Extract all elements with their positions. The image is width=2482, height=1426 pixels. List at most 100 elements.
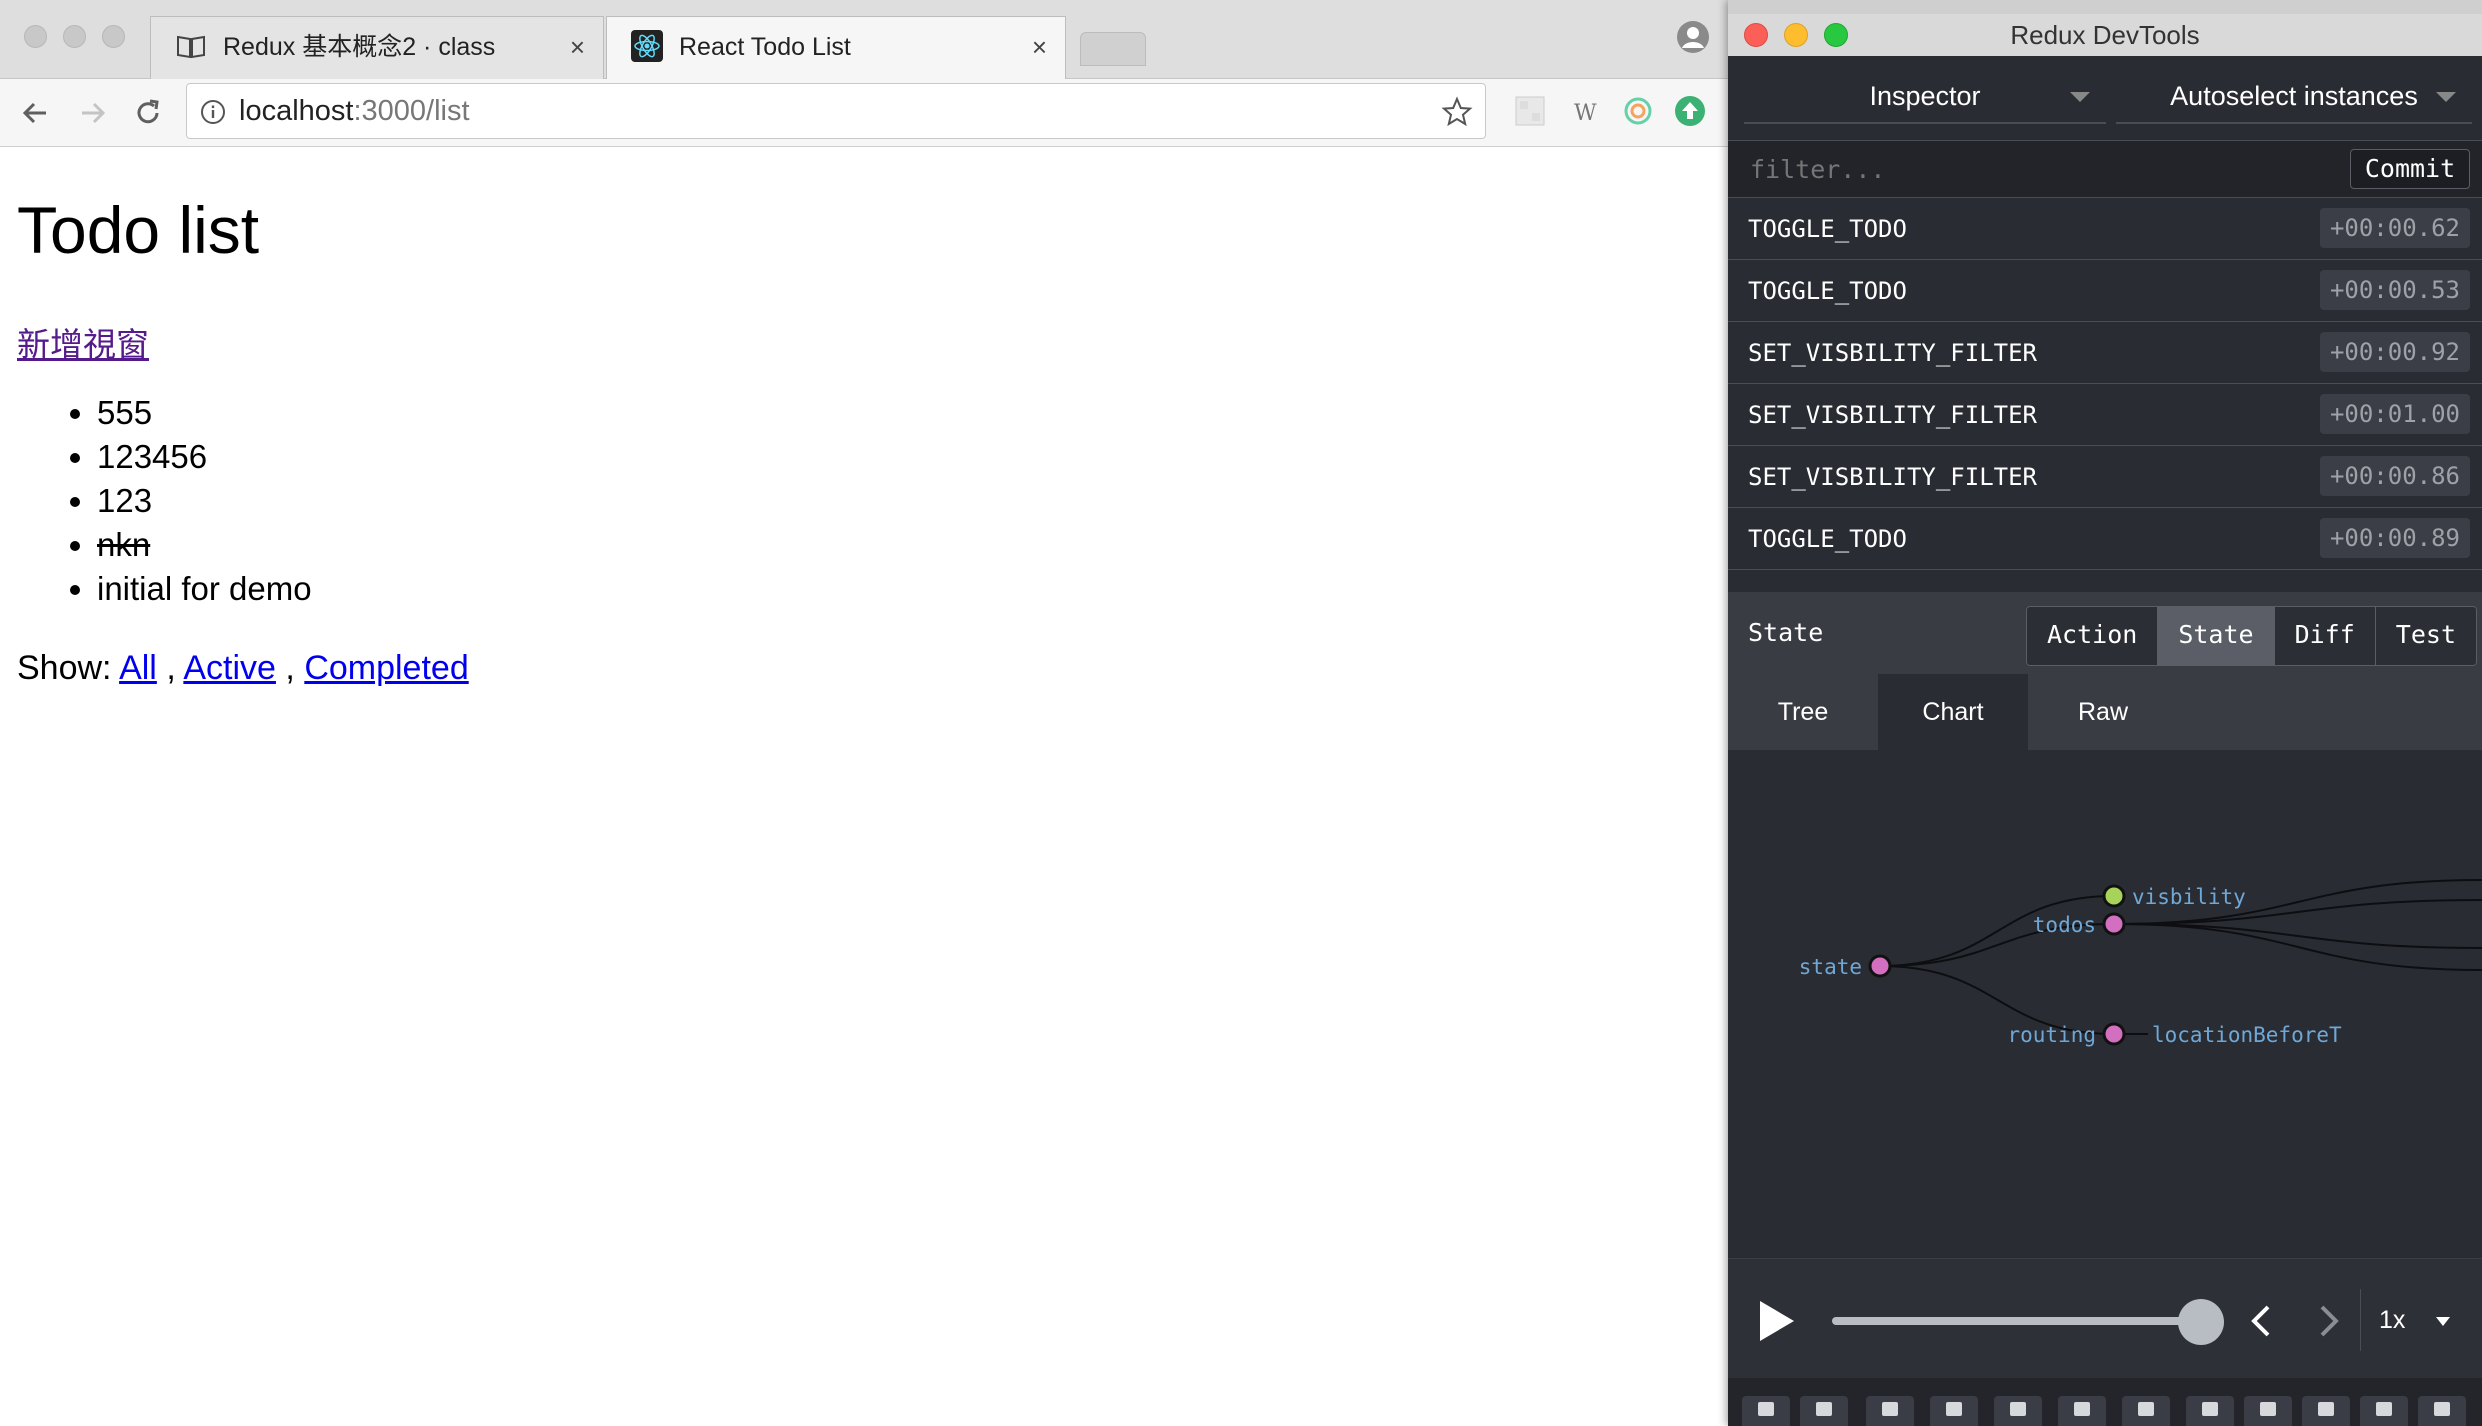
action-list: TOGGLE_TODO +00:00.62 TOGGLE_TODO +00:00… xyxy=(1728,198,2482,570)
devtools-bottom-toolbar xyxy=(1728,1378,2482,1426)
monitor-select[interactable]: Inspector xyxy=(1744,68,2106,124)
action-time: +00:00.92 xyxy=(2319,332,2470,372)
toolbar-button[interactable] xyxy=(1800,1396,1848,1426)
todo-item-completed[interactable]: nkn xyxy=(97,523,312,567)
timeline-slider[interactable] xyxy=(1832,1317,2202,1325)
tab-chart[interactable]: Chart xyxy=(1878,674,2028,750)
book-icon xyxy=(177,35,205,59)
tab-title: React Todo List xyxy=(679,33,851,61)
new-window-link[interactable]: 新增視窗 xyxy=(17,325,149,365)
info-icon[interactable] xyxy=(199,98,227,126)
todo-item[interactable]: 555 xyxy=(97,391,312,435)
tab-redux-docs[interactable]: Redux 基本概念2 · class × xyxy=(150,16,604,79)
browser-window: Redux 基本概念2 · class × React Todo List × xyxy=(0,0,1728,1426)
slider-handle[interactable] xyxy=(2178,1299,2224,1345)
toolbar-button[interactable] xyxy=(2122,1396,2170,1426)
todo-item[interactable]: 123456 xyxy=(97,435,312,479)
window-close-light[interactable] xyxy=(24,25,47,48)
next-icon[interactable] xyxy=(2312,1303,2346,1339)
tab-raw[interactable]: Raw xyxy=(2028,674,2178,750)
extension-ring-icon[interactable] xyxy=(1620,93,1656,129)
toolbar-button[interactable] xyxy=(2186,1396,2234,1426)
instance-select-value: Autoselect instances xyxy=(2170,81,2418,111)
window-zoom-light[interactable] xyxy=(102,25,125,48)
print-icon xyxy=(2318,1402,2334,1416)
reload-icon[interactable] xyxy=(130,95,166,131)
tree-node-todos[interactable] xyxy=(2102,912,2126,936)
pin-icon xyxy=(2010,1402,2026,1416)
tab-test[interactable]: Test xyxy=(2375,607,2477,665)
persist-icon xyxy=(2138,1402,2154,1416)
commit-button[interactable]: Commit xyxy=(2350,149,2470,189)
export-icon xyxy=(2202,1402,2218,1416)
window-minimize-light[interactable] xyxy=(63,25,86,48)
tab-diff[interactable]: Diff xyxy=(2274,607,2376,665)
tab-tree[interactable]: Tree xyxy=(1728,674,1878,750)
devtools-window: Redux DevTools Inspector Autoselect inst… xyxy=(1728,0,2482,1426)
action-type: TOGGLE_TODO xyxy=(1748,277,1907,305)
tree-node-state[interactable] xyxy=(1868,954,1892,978)
lock-icon xyxy=(1946,1402,1962,1416)
action-item[interactable]: SET_VISBILITY_FILTER +00:01.00 xyxy=(1728,384,2482,446)
page-content: Todo list 新增視窗 555 123456 123 nkn initia… xyxy=(0,147,1728,1426)
playback-bar: 1x xyxy=(1728,1258,2482,1379)
toolbar-button[interactable] xyxy=(1866,1396,1914,1426)
action-item[interactable]: TOGGLE_TODO +00:00.53 xyxy=(1728,260,2482,322)
toolbar-button[interactable] xyxy=(1742,1396,1790,1426)
action-filter-input[interactable] xyxy=(1748,153,2272,187)
toolbar-button[interactable] xyxy=(2360,1396,2408,1426)
view-tabs: Tree Chart Raw xyxy=(1728,674,2482,750)
extension-upload-icon[interactable] xyxy=(1672,93,1708,129)
action-time: +00:00.89 xyxy=(2319,518,2470,558)
play-icon[interactable] xyxy=(1756,1299,1796,1343)
filter-active-link[interactable]: Active xyxy=(183,649,276,687)
tab-close-icon[interactable]: × xyxy=(570,31,585,63)
extension-w-icon[interactable]: W xyxy=(1566,93,1602,129)
toolbar-button[interactable] xyxy=(2302,1396,2350,1426)
tab-bar: Redux 基本概念2 · class × React Todo List × xyxy=(0,0,1728,79)
state-tree-chart[interactable]: state visbility todos routing locationBe… xyxy=(1728,750,2482,1258)
tab-state[interactable]: State xyxy=(2158,607,2275,665)
instance-select[interactable]: Autoselect instances xyxy=(2116,68,2472,124)
filter-separator: , xyxy=(285,649,295,687)
previous-icon[interactable] xyxy=(2244,1303,2278,1339)
filter-separator: , xyxy=(166,649,176,687)
devtools-titlebar: Redux DevTools xyxy=(1728,14,2482,57)
tree-node-visbility[interactable] xyxy=(2102,884,2126,908)
new-tab-button[interactable] xyxy=(1080,32,1146,66)
toolbar-button[interactable] xyxy=(2058,1396,2106,1426)
tab-action[interactable]: Action xyxy=(2027,607,2159,665)
tree-node-routing[interactable] xyxy=(2102,1022,2126,1046)
inspector-tabs-bar: State Action State Diff Test xyxy=(1728,592,2482,674)
forward-arrow-icon[interactable] xyxy=(74,95,110,131)
keyboard-icon xyxy=(2074,1402,2090,1416)
filter-label: Show: xyxy=(17,649,112,687)
url-path: :3000/list xyxy=(353,95,470,127)
tree-label-location: locationBeforeT xyxy=(2152,1023,2342,1047)
filter-all-link[interactable]: All xyxy=(119,649,157,687)
toolbar-button[interactable] xyxy=(1994,1396,2042,1426)
todo-item[interactable]: initial for demo xyxy=(97,567,312,611)
toolbar-button[interactable] xyxy=(2418,1396,2466,1426)
speed-select[interactable]: 1x xyxy=(2360,1289,2470,1351)
remote-icon xyxy=(2376,1402,2392,1416)
tab-react-todo[interactable]: React Todo List × xyxy=(606,16,1066,79)
extension-qr-icon[interactable] xyxy=(1512,93,1548,129)
todo-item[interactable]: 123 xyxy=(97,479,312,523)
action-time: +00:00.62 xyxy=(2319,208,2470,248)
tab-close-icon[interactable]: × xyxy=(1032,31,1047,63)
action-item[interactable]: SET_VISBILITY_FILTER +00:00.86 xyxy=(1728,446,2482,508)
bookmark-star-icon[interactable] xyxy=(1441,96,1473,128)
action-item[interactable]: SET_VISBILITY_FILTER +00:00.92 xyxy=(1728,322,2482,384)
toolbar-button[interactable] xyxy=(2244,1396,2292,1426)
react-icon xyxy=(631,30,663,62)
filter-completed-link[interactable]: Completed xyxy=(304,649,468,687)
back-arrow-icon[interactable] xyxy=(18,95,54,131)
action-item[interactable]: TOGGLE_TODO +00:00.62 xyxy=(1728,198,2482,260)
action-item[interactable]: TOGGLE_TODO +00:00.89 xyxy=(1728,508,2482,570)
profile-icon[interactable] xyxy=(1676,20,1710,54)
toolbar-button[interactable] xyxy=(1930,1396,1978,1426)
devtools-header: Inspector Autoselect instances xyxy=(1728,56,2482,140)
tree-label-visbility: visbility xyxy=(2132,885,2246,909)
address-bar[interactable]: localhost:3000/list xyxy=(186,83,1486,139)
